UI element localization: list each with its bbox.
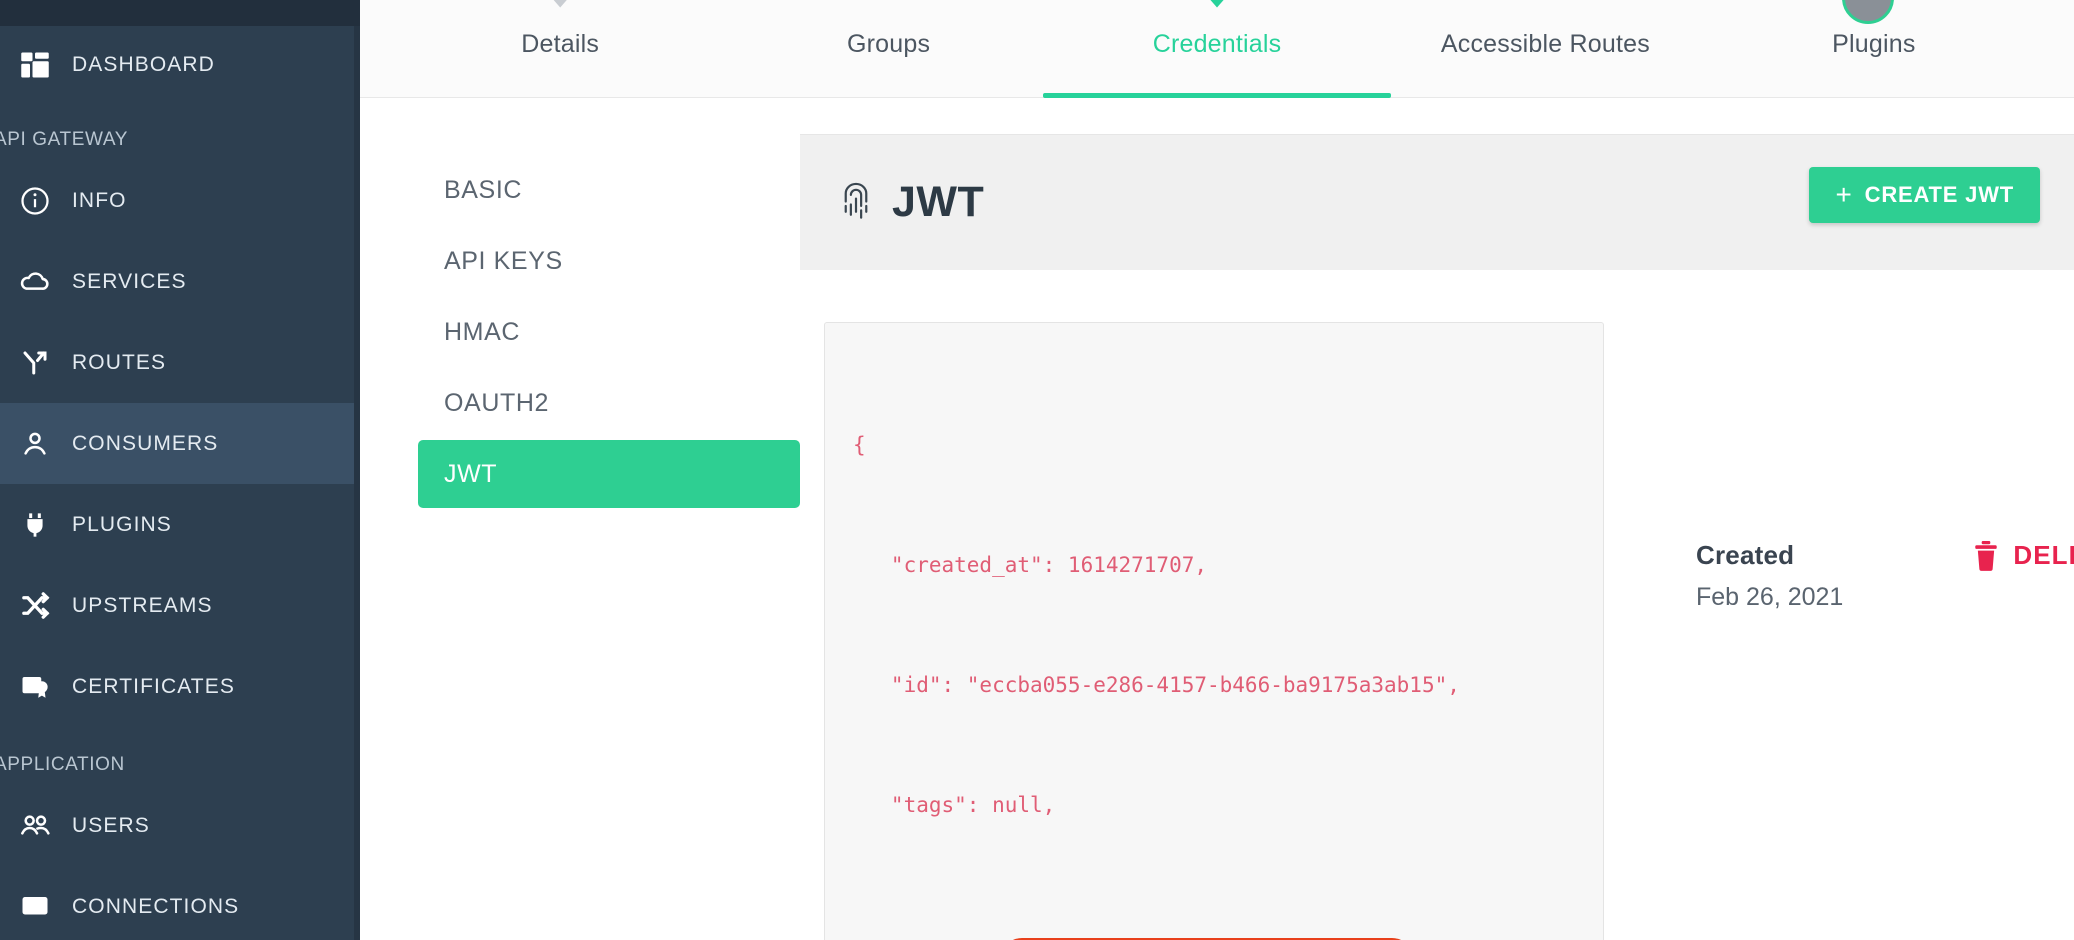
credential-meta: Created Feb 26, 2021 DELE [1604,322,2074,612]
person-icon [6,429,64,459]
json-line: { [853,433,866,457]
sidebar-item-label: INFO [72,188,127,212]
jwt-credential-row: { "created_at": 1614271707, "id": "eccba… [800,270,2074,940]
credential-json-code: { "created_at": 1614271707, "id": "eccba… [853,345,1575,940]
sidebar-item-label: CERTIFICATES [72,674,235,698]
tab-label: Accessible Routes [1440,29,1650,58]
jwt-panel: JWT + CREATE JWT { "created_at": 1614271… [800,134,2074,940]
sidebar-item-info[interactable]: INFO [0,160,360,241]
tab-active-underline [1043,92,1392,98]
sidebar-item-routes[interactable]: ROUTES [0,322,360,403]
tab-label: Details [521,29,600,58]
sidebar-group-application: APPLICATION [0,754,125,775]
json-line-id: "id": "eccba055-e286-4157-b466-ba9175a3a… [853,673,1460,697]
connection-icon [6,892,64,922]
dashboard-grid-icon [6,50,64,80]
create-jwt-button[interactable]: + CREATE JWT [1809,167,2040,223]
created-block: Created Feb 26, 2021 [1696,540,1843,612]
credential-type-oauth2[interactable]: OAUTH2 [418,369,800,437]
routes-branch-icon [6,348,64,378]
sidebar-item-services[interactable]: SERVICES [0,241,360,322]
delete-button[interactable]: DELETE [1973,540,2074,571]
credential-type-list: BASIC API KEYS HMAC OAUTH2 JWT [360,134,800,940]
tab-label: Credentials [1152,29,1282,58]
info-circle-icon [6,186,64,216]
certificate-icon [6,672,64,702]
sidebar-item-label: UPSTREAMS [72,593,213,617]
credential-json-box[interactable]: { "created_at": 1614271707, "id": "eccba… [824,322,1604,940]
credential-type-jwt[interactable]: JWT [418,440,800,508]
sidebar-item-certificates[interactable]: CERTIFICATES [0,646,360,727]
sidebar-item-label: CONNECTIONS [72,894,240,918]
tab-bar: Details Groups Credentials Accessible Ro… [360,0,2074,98]
tab-accessible-routes[interactable]: Accessible Routes [1381,0,1709,98]
fingerprint-icon [838,181,874,225]
json-line-created-at: "created_at": 1614271707, [853,553,1208,577]
sidebar-item-label: SERVICES [72,269,187,293]
sidebar-item-label: USERS [72,813,150,837]
tab-groups[interactable]: Groups [724,0,1052,98]
sidebar-item-dashboard[interactable]: DASHBOARD [0,26,360,104]
sidebar-item-label: ROUTES [72,350,167,374]
credentials-content: BASIC API KEYS HMAC OAUTH2 JWT JWT + CRE… [360,98,2074,940]
jwt-panel-header: JWT + CREATE JWT [800,134,2074,270]
people-icon [6,810,64,842]
created-label: Created [1696,540,1795,570]
credential-type-basic[interactable]: BASIC [418,156,800,224]
sidebar: DASHBOARD API GATEWAY INFO SERVICES ROUT… [0,0,360,940]
sidebar-item-plugins[interactable]: PLUGINS [0,484,360,565]
jwt-panel-title: JWT [892,178,985,226]
main-content: Details Groups Credentials Accessible Ro… [360,0,2074,940]
tab-label: Groups [847,29,931,58]
tab-label: Plugins [1832,29,1916,58]
sidebar-item-label: PLUGINS [72,512,172,536]
sidebar-item-label: CONSUMERS [72,431,219,455]
delete-label: DELETE [2013,540,2074,570]
tab-details[interactable]: Details [396,0,724,98]
shuffle-icon [6,590,64,621]
credential-type-api-keys[interactable]: API KEYS [418,227,800,295]
tab-credentials[interactable]: Credentials [1043,0,1392,98]
json-line-tags: "tags": null, [853,793,1056,817]
sidebar-top-strip [0,0,360,26]
tab-tick-icon [1210,0,1225,8]
sidebar-group-api-gateway: API GATEWAY [0,129,128,150]
sidebar-item-consumers[interactable]: CONSUMERS [0,403,360,484]
sidebar-item-label: DASHBOARD [72,53,215,76]
cloud-icon [6,266,64,298]
app-root: DASHBOARD API GATEWAY INFO SERVICES ROUT… [0,0,2074,940]
tab-tick-icon [553,0,568,8]
plug-icon [6,510,64,540]
created-date: Feb 26, 2021 [1696,583,1844,611]
sidebar-item-users[interactable]: USERS [0,785,360,866]
plus-icon: + [1835,179,1853,210]
credential-type-hmac[interactable]: HMAC [418,298,800,366]
create-jwt-label: CREATE JWT [1864,182,2014,207]
trash-icon [1973,540,1999,571]
sidebar-item-connections[interactable]: CONNECTIONS [0,866,360,940]
sidebar-item-upstreams[interactable]: UPSTREAMS [0,565,360,646]
